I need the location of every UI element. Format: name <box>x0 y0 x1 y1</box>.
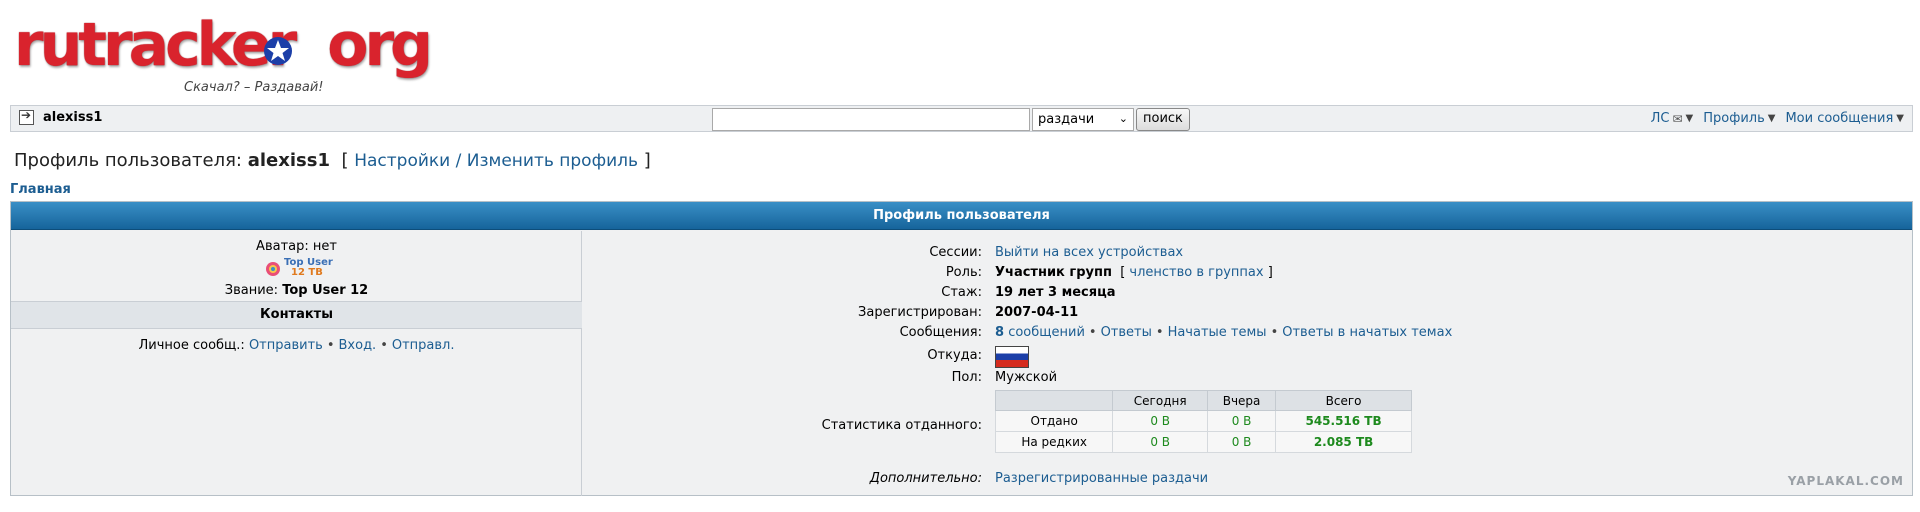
group-membership-link[interactable]: членство в группах <box>1129 265 1263 280</box>
rank-value: Top User 12 <box>282 283 369 298</box>
search-form: раздачи ⌄ поиск <box>712 108 1190 131</box>
pm-line: Личное сообщ.: Отправить • Вход. • Отправл. <box>138 338 455 353</box>
search-input[interactable] <box>712 108 1030 131</box>
dropdown-arrow-icon: ▼ <box>1896 113 1904 124</box>
title-username: alexiss1 <box>247 150 330 171</box>
top-bar: alexiss1 раздачи ⌄ поиск ЛС ✉ ▼ Профиль … <box>10 105 1913 132</box>
pm-send-link[interactable]: Отправить <box>249 338 323 353</box>
profile-details: Сессии: Выйти на всех устройствах Роль: … <box>583 231 1912 496</box>
gender-row: Пол: Мужской <box>951 370 1058 385</box>
site-logo[interactable]: rutracker org Скачал? – Раздавай! <box>14 14 433 95</box>
watermark: YAPLAKAL.COM <box>1787 474 1904 488</box>
profile-header: Профиль пользователя <box>11 202 1912 230</box>
rank-badge-icon <box>266 262 280 276</box>
mail-icon: ✉ <box>1672 111 1683 126</box>
table-row: На редких 0 B 0 B 2.085 TB <box>994 431 1412 453</box>
search-button[interactable]: поиск <box>1136 108 1190 131</box>
location-row: Откуда: <box>583 346 1912 368</box>
profile-panel: Профиль пользователя Аватар: нет Top Use… <box>10 201 1913 496</box>
started-topics-link[interactable]: Начатые темы <box>1168 325 1267 340</box>
avatar-status: Аватар: нет <box>256 239 337 254</box>
contacts-header: Контакты <box>11 301 582 329</box>
nav-profile[interactable]: Профиль ▼ <box>1703 111 1775 126</box>
nav-my-posts[interactable]: Мои сообщения ▼ <box>1785 111 1904 126</box>
rank-line: Звание: Top User 12 <box>224 283 369 298</box>
logo-tagline: Скачал? – Раздавай! <box>184 80 324 95</box>
experience-row: Стаж: 19 лет 3 месяца <box>941 285 1116 300</box>
logo-star-icon <box>264 37 292 65</box>
chevron-down-icon: ⌄ <box>1118 112 1128 125</box>
russia-flag-icon <box>995 346 1029 368</box>
dropdown-arrow-icon: ▼ <box>1685 113 1694 124</box>
page-title: Профиль пользователя: alexiss1 [ Настрой… <box>14 150 651 171</box>
top-nav: ЛС ✉ ▼ Профиль ▼ Мои сообщения ▼ <box>1651 111 1904 126</box>
logo-wordmark: rutracker org <box>14 10 433 80</box>
upload-stats-table: Сегодня Вчера Всего Отдано 0 B 0 B 545.5… <box>994 390 1412 453</box>
nav-pm[interactable]: ЛС ✉ ▼ <box>1651 111 1694 126</box>
posts-count-link[interactable]: 8 сообщений <box>995 325 1085 340</box>
search-scope-select[interactable]: раздачи ⌄ <box>1032 108 1134 131</box>
unregistered-torrents-link[interactable]: Разрегистрированные раздачи <box>995 469 1208 489</box>
breadcrumb-home[interactable]: Главная <box>10 182 71 197</box>
profile-left-column: Аватар: нет Top User 12 TB Звание: Top U… <box>11 231 582 496</box>
pm-sent-link[interactable]: Отправл. <box>392 338 455 353</box>
replies-in-topics-link[interactable]: Ответы в начатых темах <box>1282 325 1452 340</box>
dropdown-arrow-icon: ▼ <box>1767 113 1776 124</box>
rank-badge: Top User 12 TB <box>265 257 335 280</box>
posts-row: Сообщения: 8 сообщений • Ответы • Начатые те… <box>899 325 1453 340</box>
pm-inbox-link[interactable]: Вход. <box>339 338 377 353</box>
table-row: Отдано 0 B 0 B 545.516 TB <box>994 410 1412 432</box>
username-label[interactable]: alexiss1 <box>43 110 102 125</box>
role-row: Роль: Участник групп [ членство в группа… <box>945 265 1273 280</box>
sessions-row: Сессии: Выйти на всех устройствах <box>583 243 1912 263</box>
settings-link[interactable]: Настройки / Изменить профиль <box>354 151 638 171</box>
logout-icon[interactable] <box>19 108 34 125</box>
registered-row: Зарегистрирован: 2007-04-11 <box>858 305 1079 320</box>
logout-all-link[interactable]: Выйти на всех устройствах <box>995 243 1183 263</box>
replies-link[interactable]: Ответы <box>1101 325 1152 340</box>
extra-row: Дополнительно: Разрегистрированные разда… <box>583 469 1912 489</box>
current-user: alexiss1 <box>19 108 102 125</box>
